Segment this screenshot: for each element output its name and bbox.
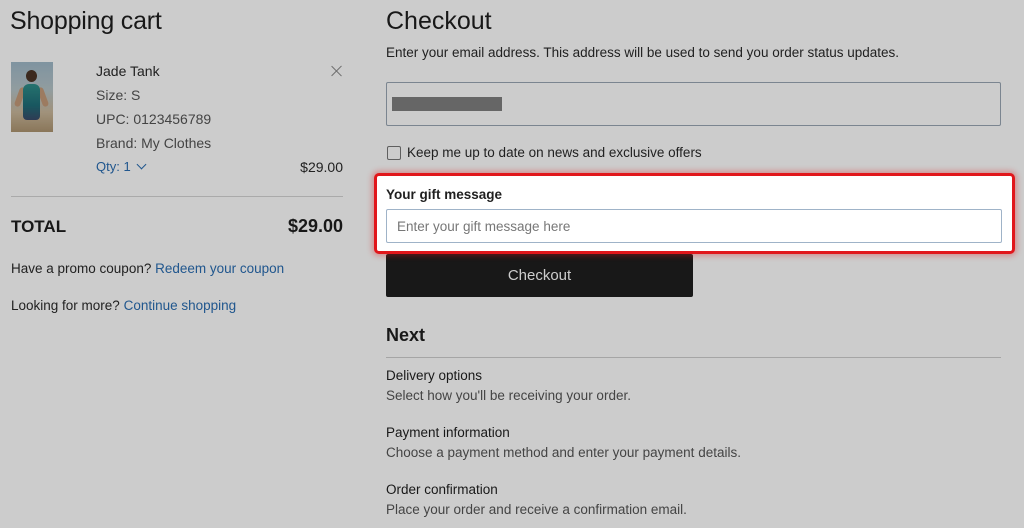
newsletter-checkbox[interactable] xyxy=(387,146,401,160)
next-divider xyxy=(386,357,1001,358)
gift-message-input[interactable] xyxy=(386,209,1002,243)
email-instructions: Enter your email address. This address w… xyxy=(386,45,900,60)
product-photo-detail xyxy=(23,84,40,120)
product-size: Size: S xyxy=(96,87,141,103)
step-payment-title: Payment information xyxy=(386,425,510,440)
product-upc: UPC: 0123456789 xyxy=(96,111,212,127)
redeem-coupon-link[interactable]: Redeem your coupon xyxy=(155,261,284,276)
redacted-email-value xyxy=(392,97,502,111)
product-brand: Brand: My Clothes xyxy=(96,135,212,151)
product-name[interactable]: Jade Tank xyxy=(96,63,160,79)
cart-divider xyxy=(11,196,343,197)
total-value: $29.00 xyxy=(287,216,343,236)
more-line: Looking for more? Continue shopping xyxy=(11,298,236,313)
product-photo-detail xyxy=(26,70,37,82)
email-field[interactable] xyxy=(386,82,1001,126)
line-item-price: $29.00 xyxy=(300,159,343,175)
quantity-label: Qty: 1 xyxy=(96,159,131,174)
more-text: Looking for more? xyxy=(11,298,120,313)
gift-message-label: Your gift message xyxy=(386,187,503,202)
step-delivery-title: Delivery options xyxy=(386,368,483,383)
close-icon[interactable] xyxy=(330,64,344,78)
newsletter-label[interactable]: Keep me up to date on news and exclusive… xyxy=(407,145,702,160)
continue-shopping-link[interactable]: Continue shopping xyxy=(124,298,237,313)
step-confirmation-title: Order confirmation xyxy=(386,482,498,497)
product-image[interactable] xyxy=(11,62,53,132)
step-confirmation-desc: Place your order and receive a confirmat… xyxy=(386,502,687,517)
cart-title: Shopping cart xyxy=(10,7,162,35)
gift-message-section: Your gift message xyxy=(374,173,1015,254)
quantity-dropdown[interactable]: Qty: 1 xyxy=(96,159,147,174)
total-label: TOTAL xyxy=(11,217,67,236)
step-delivery-desc: Select how you'll be receiving your orde… xyxy=(386,388,631,403)
step-payment-desc: Choose a payment method and enter your p… xyxy=(386,445,741,460)
promo-text: Have a promo coupon? xyxy=(11,261,152,276)
checkout-title: Checkout xyxy=(386,7,492,35)
promo-line: Have a promo coupon? Redeem your coupon xyxy=(11,261,284,276)
checkout-button[interactable]: Checkout xyxy=(386,254,693,297)
next-heading: Next xyxy=(386,325,426,345)
chevron-down-icon xyxy=(136,159,147,170)
